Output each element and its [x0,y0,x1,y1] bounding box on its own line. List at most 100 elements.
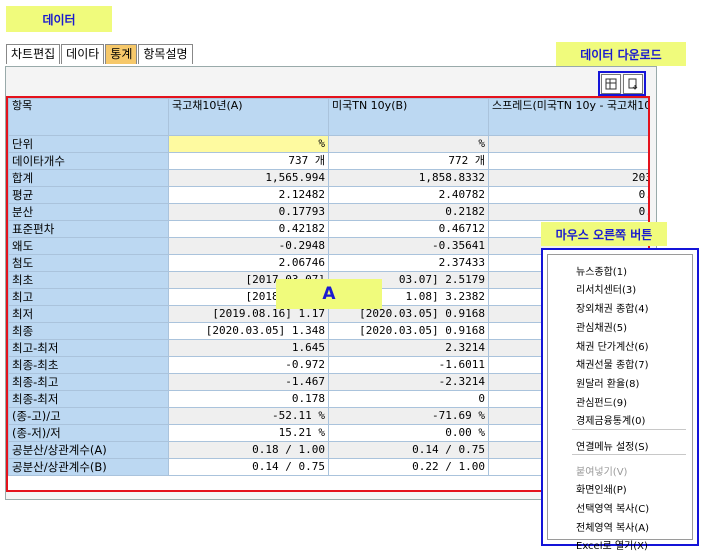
table-cell[interactable]: 1.645 [168,339,329,357]
table-cell[interactable]: 0 [328,390,489,408]
table-cell[interactable]: 0.18 / 1.00 [168,441,329,459]
row-label: 표준편차 [8,220,169,238]
table-cell[interactable]: -0.35641 [328,237,489,255]
row-label: 첨도 [8,254,169,272]
table-cell[interactable]: 203.9747 [488,169,648,187]
table-cell[interactable]: 2.3214 [328,339,489,357]
table-cell[interactable]: -0.972 [168,356,329,374]
menu-separator [572,454,686,455]
table-cell[interactable]: -1.467 [168,373,329,391]
table-cell[interactable]: % [328,135,489,153]
table-cell[interactable]: 0.2182 [328,203,489,221]
tab-item-description[interactable]: 항목설명 [138,44,193,64]
download-annotation-label: 데이터 다운로드 [556,42,686,66]
context-menu: 뉴스종합(1) 리서치센터(3) 장외채권 종합(4) 관심채권(5) 채권 단가계산(… [541,248,699,552]
column-header: 미국TN 10y(B) [328,98,489,136]
context-menu-item[interactable]: 채권선물 종합(7) [576,356,649,371]
context-menu-item[interactable]: 연결메뉴 설정(S) [576,438,649,453]
row-label: 최종-최초 [8,356,169,374]
table-row: 분산0.177930.21820.09526 [8,203,648,221]
row-label: 분산 [8,203,169,221]
table-cell[interactable]: -1.6011 [328,356,489,374]
table-cell[interactable]: 0.14 / 0.75 [328,441,489,459]
context-menu-item[interactable]: 관심채권(5) [576,319,627,334]
row-label: 왜도 [8,237,169,255]
row-label: 최종-최저 [8,390,169,408]
row-label: 최종 [8,322,169,340]
context-menu-item[interactable]: Excel로 열기(X) [576,537,648,552]
table-cell[interactable]: -71.69 % [328,407,489,425]
context-menu-item[interactable]: 뉴스종합(1) [576,263,627,278]
context-menu-item[interactable]: 전체영역 복사(A) [576,519,649,534]
context-menu-inner: 뉴스종합(1) 리서치센터(3) 장외채권 종합(4) 관심채권(5) 채권 단가계산(… [547,254,693,552]
table-row: 합계1,565.9941,858.8332203.9747 [8,169,648,187]
table-cell[interactable]: 0.09526 [488,203,648,221]
table-cell[interactable]: -2.3214 [328,373,489,391]
table-cell[interactable]: % [488,135,648,153]
menu-separator [572,429,686,430]
row-label: 단위 [8,135,169,153]
table-cell[interactable]: 0.28057 [488,186,648,204]
table-cell[interactable]: 2.40782 [328,186,489,204]
row-label: 최초 [8,271,169,289]
row-label: 공분산/상관계수(B) [8,458,169,476]
download-icon[interactable] [623,73,643,94]
row-label: (종-저)/저 [8,424,169,442]
context-menu-item: 붙여넣기(V) [576,467,628,478]
row-label: 합계 [8,169,169,187]
context-menu-item[interactable]: 화면인쇄(P) [576,481,627,496]
table-row: 데이타개수737 개772 개727 개 [8,152,648,170]
table-cell[interactable]: [2020.03.05] 1.348 [168,322,329,340]
mouse-right-annotation-label: 마우스 오른쪽 버튼 [541,222,667,246]
row-label: 데이타개수 [8,152,169,170]
table-cell[interactable]: 2.12482 [168,186,329,204]
table-cell[interactable]: -0.2948 [168,237,329,255]
annotation-a-label: A [276,279,382,309]
row-label: 공분산/상관계수(A) [8,441,169,459]
tab-data[interactable]: 데이타 [61,44,105,64]
data-title-label: 데이터 [6,6,112,32]
table-cell[interactable]: 0.14 / 0.75 [168,458,329,476]
table-cell[interactable]: % [168,135,329,153]
table-cell[interactable]: 772 개 [328,152,489,170]
table-cell[interactable]: -52.11 % [168,407,329,425]
context-menu-item[interactable]: 관심펀드(9) [576,394,627,409]
column-header: 국고채10년(A) [168,98,329,136]
table-cell[interactable]: 2.06746 [168,254,329,272]
table-row: 단위%%% [8,135,648,153]
row-label: 최종-최고 [8,373,169,391]
row-label: 최고-최저 [8,339,169,357]
column-header: 스프레드(미국TN 10y - 국고채10년) [488,98,648,136]
table-cell[interactable]: 1,858.8332 [328,169,489,187]
tab-bar: 차트편집 데이타 통계 항목설명 [6,44,194,64]
row-label: 최저 [8,305,169,323]
table-cell[interactable]: 727 개 [488,152,648,170]
download-toolbar [598,71,646,96]
context-menu-item[interactable]: 채권 단가계산(6) [576,338,649,353]
context-menu-item[interactable]: 장외채권 종합(4) [576,300,649,315]
table-cell[interactable]: 0.46712 [328,220,489,238]
row-label: (종-고)/고 [8,407,169,425]
table-cell[interactable]: 1,565.994 [168,169,329,187]
context-menu-item[interactable]: 선택영역 복사(C) [576,500,649,515]
table-cell[interactable]: 0.42182 [168,220,329,238]
context-menu-item[interactable]: 리서치센터(3) [576,281,636,296]
table-cell[interactable]: [2020.03.05] 0.9168 [328,322,489,340]
table-cell[interactable]: 15.21 % [168,424,329,442]
table-header-row: 항목 국고채10년(A) 미국TN 10y(B) 스프레드(미국TN 10y -… [8,98,648,136]
context-menu-item[interactable]: 원달러 환율(8) [576,375,639,390]
row-label: 최고 [8,288,169,306]
table-cell[interactable]: 0.178 [168,390,329,408]
table-cell[interactable]: 0.22 / 1.00 [328,458,489,476]
table-cell[interactable]: 0.00 % [328,424,489,442]
table-row: 평균2.124822.407820.28057 [8,186,648,204]
tab-chart-edit[interactable]: 차트편집 [6,44,61,64]
column-header: 항목 [8,98,169,136]
table-cell[interactable]: 2.37433 [328,254,489,272]
table-cell[interactable]: 0.17793 [168,203,329,221]
row-label: 평균 [8,186,169,204]
tab-statistics[interactable]: 통계 [105,44,138,64]
table-cell[interactable]: 737 개 [168,152,329,170]
context-menu-item[interactable]: 경제금융통계(0) [576,412,645,427]
excel-icon[interactable] [601,73,621,94]
